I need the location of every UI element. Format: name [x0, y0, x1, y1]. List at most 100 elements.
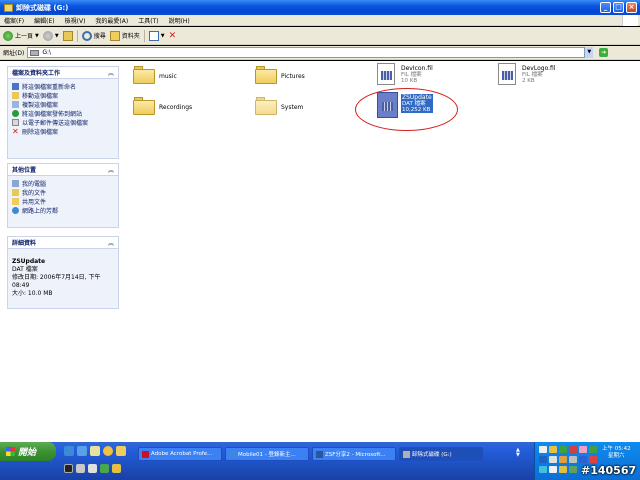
- address-label: 網址(D): [3, 50, 25, 57]
- messenger-icon[interactable]: [103, 446, 113, 456]
- start-button[interactable]: 開始: [0, 442, 56, 461]
- tray-icon[interactable]: [569, 466, 577, 473]
- task-move-label: 移動這個檔案: [22, 93, 59, 100]
- task-delete[interactable]: ✕ 刪除這個檔案: [12, 127, 114, 137]
- other-places-header[interactable]: 其他位置 ︽: [8, 164, 118, 176]
- app-icon[interactable]: [112, 464, 121, 473]
- tray-icon[interactable]: [539, 466, 547, 473]
- minimize-button[interactable]: _: [600, 2, 611, 13]
- folders-button[interactable]: 資料夾: [109, 30, 140, 41]
- app-icon[interactable]: [76, 464, 85, 473]
- folders-label: 資料夾: [121, 33, 140, 40]
- folders-icon: [109, 30, 120, 41]
- watermark-id: #140567: [581, 464, 637, 477]
- tray-icon[interactable]: [569, 456, 577, 463]
- tray-icon[interactable]: [559, 446, 567, 453]
- shared-documents-icon: [12, 198, 19, 205]
- taskbar-task-zsf[interactable]: ZSF分享2 - Microsoft...: [312, 447, 396, 461]
- delete-button[interactable]: ✕: [169, 31, 177, 41]
- drive-window-icon: [4, 3, 13, 12]
- close-button[interactable]: ×: [626, 2, 637, 13]
- tray-icon[interactable]: [549, 466, 557, 473]
- tray-icon[interactable]: [549, 456, 557, 463]
- task-publish[interactable]: 將這個檔案發佈到網站: [12, 109, 114, 118]
- up-button[interactable]: [62, 30, 73, 41]
- menu-file[interactable]: 檔案(F): [4, 16, 24, 25]
- place-my-computer[interactable]: 我的電腦: [12, 179, 114, 188]
- forward-button[interactable]: ▼: [42, 30, 59, 41]
- chevron-down-icon[interactable]: ▼: [161, 33, 165, 39]
- tray-icon[interactable]: [559, 456, 567, 463]
- tray-icon[interactable]: [539, 456, 547, 463]
- task-email-label: 以電子郵件傳送這個檔案: [22, 120, 89, 127]
- task-rename[interactable]: 將這個檔案重新命名: [12, 82, 114, 91]
- windows-logo-icon: [622, 15, 638, 26]
- address-dropdown-icon[interactable]: ▼: [584, 47, 594, 58]
- start-label: 開始: [18, 448, 37, 458]
- menu-edit[interactable]: 編輯(E): [34, 16, 54, 25]
- drive-icon: [30, 49, 40, 56]
- menu-help[interactable]: 說明(H): [169, 16, 190, 25]
- collapse-chevron-icon[interactable]: ︽: [108, 238, 114, 247]
- place-network[interactable]: 網路上的芳鄰: [12, 206, 114, 215]
- toolbar-divider: [143, 29, 145, 42]
- app-icon[interactable]: [100, 464, 109, 473]
- folder-icon[interactable]: [116, 446, 126, 456]
- taskbar-scroll-icon[interactable]: ▲ ▼: [516, 448, 520, 458]
- tray-icon[interactable]: [589, 456, 597, 463]
- cmd-icon[interactable]: [64, 464, 73, 473]
- tray-icon[interactable]: [569, 446, 577, 453]
- views-icon: [148, 30, 159, 41]
- details-title: 詳細資料: [12, 240, 37, 247]
- app-icon[interactable]: [88, 464, 97, 473]
- address-input[interactable]: G:\: [27, 47, 594, 58]
- place-shared-documents-label: 共用文件: [22, 199, 47, 206]
- chevron-down-icon[interactable]: ▼: [35, 33, 39, 39]
- menu-favorites[interactable]: 我的最愛(A): [95, 16, 128, 25]
- file-name: DevLogo.fil: [522, 65, 556, 72]
- place-shared-documents[interactable]: 共用文件: [12, 197, 114, 206]
- tray-icon[interactable]: [539, 446, 547, 453]
- menu-tools[interactable]: 工具(T): [138, 16, 158, 25]
- details-header[interactable]: 詳細資料 ︽: [8, 237, 118, 249]
- place-my-documents-label: 我的文件: [22, 190, 47, 197]
- tray-icon[interactable]: [579, 446, 587, 453]
- place-my-documents[interactable]: 我的文件: [12, 188, 114, 197]
- menu-view[interactable]: 檢視(V): [65, 16, 86, 25]
- file-size: 2 KB: [522, 78, 535, 84]
- main-area: 檔案及資料夾工作 ︽ 將這個檔案重新命名 移動這個檔案 複製這個檔案 將這個檔案…: [0, 61, 640, 442]
- clock-day: 星期六: [608, 453, 625, 459]
- views-button[interactable]: ▼: [148, 30, 165, 41]
- title-bar[interactable]: 卸除式磁碟 (G:) _ □ ×: [0, 0, 640, 15]
- details-panel: 詳細資料 ︽ ZSUpdate DAT 檔案 修改日期: 2006年7月14日,…: [7, 236, 119, 309]
- task-label: Adobe Acrobat Profe...: [151, 451, 213, 457]
- taskbar-task-mobile01[interactable]: Mobile01 - 登錄新主...: [225, 447, 309, 461]
- ie-icon[interactable]: [64, 446, 74, 456]
- explorer-icon[interactable]: [90, 446, 100, 456]
- task-move[interactable]: 移動這個檔案: [12, 91, 114, 100]
- file-tasks-header[interactable]: 檔案及資料夾工作 ︽: [8, 67, 118, 79]
- search-button[interactable]: 搜尋: [81, 30, 106, 41]
- chevron-down-icon[interactable]: ▼: [55, 33, 59, 39]
- collapse-chevron-icon[interactable]: ︽: [108, 68, 114, 77]
- collapse-chevron-icon[interactable]: ︽: [108, 165, 114, 174]
- clock[interactable]: 上午 05:42 星期六: [602, 446, 631, 460]
- taskbar-task-drive[interactable]: 卸除式磁碟 (G:): [399, 447, 483, 461]
- taskbar-task-acrobat[interactable]: Adobe Acrobat Profe...: [138, 447, 222, 461]
- task-delete-label: 刪除這個檔案: [22, 129, 59, 136]
- rename-icon: [12, 83, 19, 90]
- desktop-icon[interactable]: [77, 446, 87, 456]
- back-button[interactable]: 上一頁 ▼: [3, 30, 39, 41]
- task-copy[interactable]: 複製這個檔案: [12, 100, 114, 109]
- copy-icon: [12, 101, 19, 108]
- address-bar: 網址(D) G:\ ▼ ➔: [0, 46, 640, 60]
- tray-icon[interactable]: [549, 446, 557, 453]
- folder-label: Recordings: [159, 104, 193, 111]
- maximize-button[interactable]: □: [613, 2, 624, 13]
- task-email[interactable]: 以電子郵件傳送這個檔案: [12, 118, 114, 127]
- tray-icon[interactable]: [579, 456, 587, 463]
- tray-icon[interactable]: [589, 446, 597, 453]
- forward-arrow-icon: [42, 30, 53, 41]
- tray-icon[interactable]: [559, 466, 567, 473]
- go-button[interactable]: ➔: [599, 48, 609, 57]
